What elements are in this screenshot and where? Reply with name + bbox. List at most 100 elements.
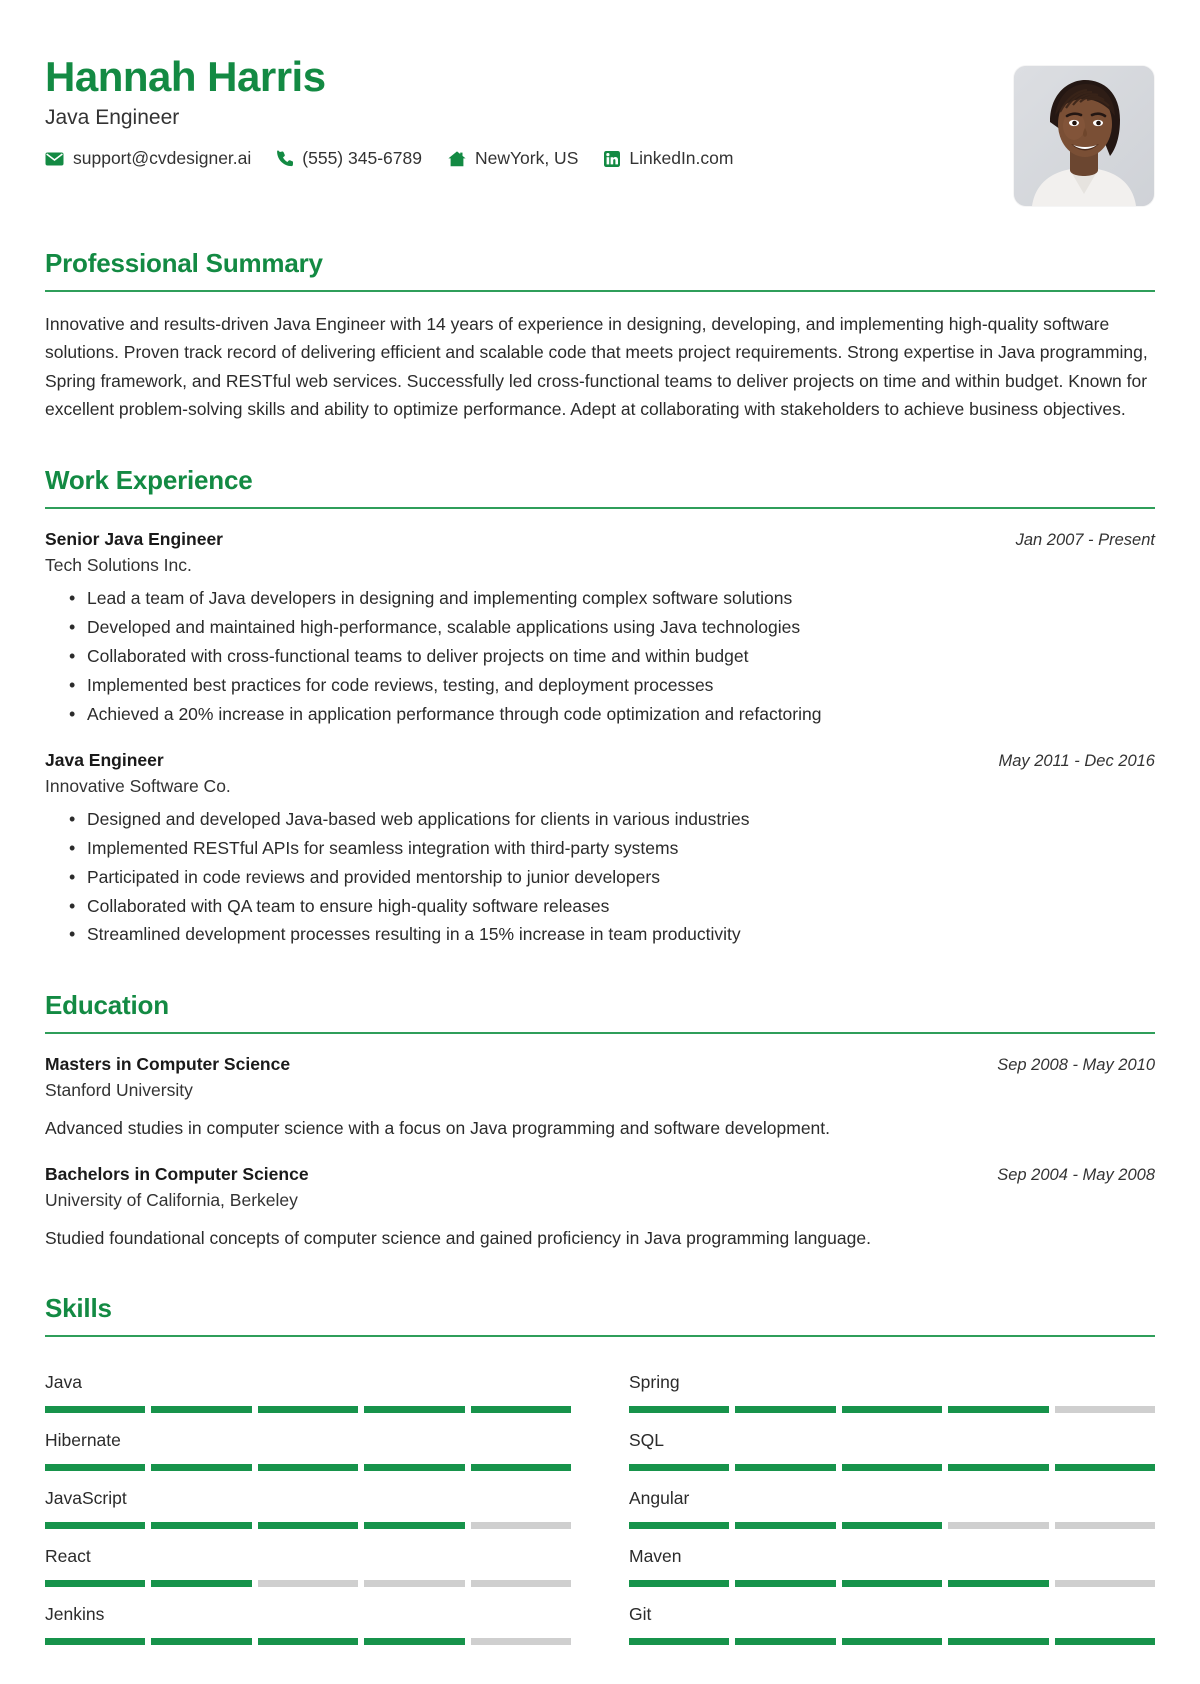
skill-item: Angular bbox=[629, 1471, 1156, 1529]
skill-level-segment bbox=[470, 1405, 572, 1413]
contact-location[interactable]: NewYork, US bbox=[448, 148, 578, 169]
skill-level-segment bbox=[629, 1463, 730, 1471]
list-item: Participated in code reviews and provide… bbox=[45, 864, 1155, 891]
skill-level-segment bbox=[151, 1521, 252, 1529]
contact-list: support@cvdesigner.ai (555) 345-6789 NewYo… bbox=[45, 148, 733, 169]
skill-level-segment bbox=[257, 1521, 359, 1529]
summary-text: Innovative and results-driven Java Engin… bbox=[45, 314, 1148, 420]
skill-level-segment bbox=[1054, 1463, 1156, 1471]
list-item: Designed and developed Java-based web ap… bbox=[45, 806, 1155, 833]
education-list: Masters in Computer Science Sep 2008 - Ma… bbox=[45, 1054, 1155, 1251]
skill-level-segment bbox=[841, 1579, 943, 1587]
list-item: Lead a team of Java developers in design… bbox=[45, 585, 1155, 612]
education-school: Stanford University bbox=[45, 1080, 193, 1101]
contact-linkedin-label: LinkedIn.com bbox=[629, 148, 734, 169]
skill-level-bar bbox=[629, 1405, 1156, 1413]
education-school: University of California, Berkeley bbox=[45, 1189, 298, 1210]
skill-level-segment bbox=[151, 1637, 252, 1645]
section-heading: Work Experience bbox=[45, 465, 253, 496]
skill-name: Java bbox=[45, 1371, 82, 1392]
skill-name: Hibernate bbox=[45, 1429, 121, 1450]
skill-name: Angular bbox=[629, 1487, 690, 1508]
skill-name: Maven bbox=[629, 1545, 682, 1566]
skill-level-segment bbox=[364, 1463, 465, 1471]
skill-level-segment bbox=[364, 1637, 465, 1645]
skill-level-segment bbox=[1054, 1405, 1156, 1413]
avatar-portrait bbox=[1014, 66, 1154, 206]
skill-level-segment bbox=[948, 1405, 1049, 1413]
skill-level-segment bbox=[948, 1463, 1049, 1471]
skill-level-segment bbox=[948, 1579, 1049, 1587]
list-item: Streamlined development processes result… bbox=[45, 921, 1155, 948]
education-date: Sep 2008 - May 2010 bbox=[997, 1056, 1155, 1075]
list-item: Implemented RESTful APIs for seamless in… bbox=[45, 835, 1155, 862]
envelope-icon bbox=[45, 152, 64, 166]
skill-item: Git bbox=[629, 1587, 1156, 1645]
skill-level-segment bbox=[45, 1579, 146, 1587]
skill-level-segment bbox=[45, 1637, 146, 1645]
section-heading: Education bbox=[45, 990, 169, 1021]
contact-phone[interactable]: (555) 345-6789 bbox=[277, 148, 422, 169]
skill-level-segment bbox=[841, 1463, 943, 1471]
skill-level-segment bbox=[470, 1463, 572, 1471]
skill-level-segment bbox=[257, 1463, 359, 1471]
experience-company: Tech Solutions Inc. bbox=[45, 555, 192, 576]
skill-item: Hibernate bbox=[45, 1413, 572, 1471]
contact-location-label: NewYork, US bbox=[474, 148, 579, 169]
education-description: Studied foundational concepts of compute… bbox=[45, 1227, 871, 1248]
education-degree: Bachelors in Computer Science bbox=[45, 1163, 309, 1184]
resume-header: Hannah Harris Java Engineer support@cvde… bbox=[45, 0, 1155, 206]
contact-email-label: support@cvdesigner.ai bbox=[73, 148, 252, 169]
header-text-block: Hannah Harris Java Engineer support@cvde… bbox=[45, 48, 733, 169]
skill-level-segment bbox=[735, 1405, 836, 1413]
experience-role: Senior Java Engineer bbox=[45, 529, 223, 550]
list-item: Collaborated with cross-functional teams… bbox=[45, 643, 1155, 670]
education-description: Advanced studies in computer science wit… bbox=[45, 1118, 831, 1139]
job-title: Java Engineer bbox=[45, 106, 180, 130]
list-item: Developed and maintained high-performanc… bbox=[45, 614, 1155, 641]
section-work-experience: Work Experience Senior Java Engineer Jan … bbox=[45, 465, 1155, 948]
skill-level-segment bbox=[735, 1521, 836, 1529]
education-entry: Bachelors in Computer Science Sep 2004 - … bbox=[45, 1164, 1155, 1251]
contact-email[interactable]: support@cvdesigner.ai bbox=[45, 148, 251, 169]
skill-name: Spring bbox=[629, 1371, 680, 1392]
linkedin-icon bbox=[604, 150, 621, 167]
contact-linkedin[interactable]: LinkedIn.com bbox=[604, 148, 733, 169]
skill-level-segment bbox=[1054, 1637, 1156, 1645]
experience-entry: Java Engineer May 2011 - Dec 2016 Innovati… bbox=[45, 750, 1155, 948]
skill-name: Git bbox=[629, 1603, 652, 1624]
skill-level-bar bbox=[45, 1521, 572, 1529]
skill-level-bar bbox=[45, 1579, 572, 1587]
skill-level-segment bbox=[629, 1579, 730, 1587]
section-heading: Professional Summary bbox=[45, 248, 323, 278]
skill-level-bar bbox=[629, 1579, 1156, 1587]
section-heading: Skills bbox=[45, 1292, 112, 1323]
section-professional-summary: Professional Summary Innovative and resu… bbox=[45, 248, 1155, 423]
skill-item: Java bbox=[45, 1355, 572, 1413]
skill-level-segment bbox=[841, 1637, 943, 1645]
experience-entry: Senior Java Engineer Jan 2007 - Present Te… bbox=[45, 529, 1155, 727]
resume-page: Hannah Harris Java Engineer support@cvde… bbox=[0, 0, 1200, 1684]
skill-level-segment bbox=[735, 1637, 836, 1645]
skill-level-segment bbox=[470, 1579, 572, 1587]
section-skills: Skills Java Spring Hibernate SQL JavaScript A… bbox=[45, 1292, 1156, 1645]
experience-role: Java Engineer bbox=[45, 749, 164, 770]
skill-name: SQL bbox=[629, 1429, 665, 1450]
skill-level-segment bbox=[735, 1579, 836, 1587]
skill-level-segment bbox=[364, 1521, 465, 1529]
list-item: Achieved a 20% increase in application p… bbox=[45, 701, 1155, 728]
skill-item: React bbox=[45, 1529, 572, 1587]
skill-name: React bbox=[45, 1545, 91, 1566]
skill-item: Spring bbox=[629, 1355, 1156, 1413]
education-entry-header: Bachelors in Computer Science Sep 2004 - … bbox=[45, 1164, 1155, 1185]
skill-level-segment bbox=[948, 1521, 1049, 1529]
experience-bullets: Designed and developed Java-based web ap… bbox=[45, 806, 1155, 948]
home-icon bbox=[448, 151, 466, 167]
skill-level-segment bbox=[470, 1637, 572, 1645]
skill-level-segment bbox=[45, 1463, 146, 1471]
education-degree: Masters in Computer Science bbox=[45, 1054, 291, 1075]
skill-level-bar bbox=[45, 1463, 572, 1471]
skill-level-segment bbox=[257, 1405, 359, 1413]
skill-level-bar bbox=[45, 1637, 572, 1645]
skill-level-segment bbox=[841, 1521, 943, 1529]
